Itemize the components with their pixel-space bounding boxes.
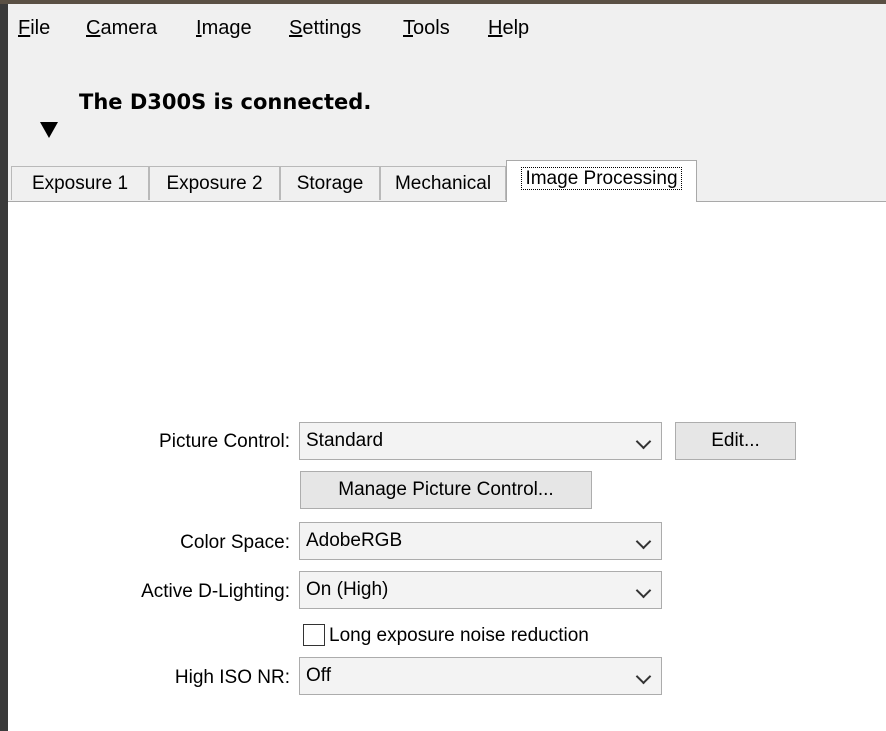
chevron-down-icon bbox=[635, 433, 652, 450]
active-d-lighting-select[interactable]: On (High) bbox=[299, 571, 662, 609]
tab-exposure-1[interactable]: Exposure 1 bbox=[11, 166, 149, 200]
picture-control-label: Picture Control: bbox=[159, 431, 290, 452]
menu-settings[interactable]: Settings bbox=[289, 16, 361, 40]
long-exposure-nr-label[interactable]: Long exposure noise reduction bbox=[329, 624, 589, 648]
menu-image[interactable]: Image bbox=[196, 16, 252, 40]
long-exposure-nr-checkbox[interactable] bbox=[303, 624, 325, 646]
image-processing-panel: Picture Control: Standard Edit... Manage… bbox=[8, 201, 886, 731]
picture-control-value: Standard bbox=[306, 430, 384, 451]
high-iso-nr-select[interactable]: Off bbox=[299, 657, 662, 695]
tab-strip: Exposure 1 Exposure 2 Storage Mechanical… bbox=[8, 160, 886, 202]
color-space-value: AdobeRGB bbox=[306, 530, 403, 551]
picture-control-select[interactable]: Standard bbox=[299, 422, 662, 460]
menu-bar: File Camera Image Settings Tools Help bbox=[8, 4, 886, 50]
camera-control-window: File Camera Image Settings Tools Help Th… bbox=[8, 4, 886, 731]
menu-camera[interactable]: Camera bbox=[86, 16, 157, 40]
edit-button[interactable]: Edit... bbox=[675, 422, 796, 460]
high-iso-nr-label: High ISO NR: bbox=[174, 667, 290, 688]
chevron-down-icon bbox=[635, 668, 652, 685]
active-d-lighting-label: Active D-Lighting: bbox=[141, 581, 290, 602]
tab-exposure-2[interactable]: Exposure 2 bbox=[149, 166, 280, 200]
menu-tools[interactable]: Tools bbox=[403, 16, 450, 40]
connection-status: The D300S is connected. bbox=[79, 90, 372, 114]
color-space-label: Color Space: bbox=[180, 532, 290, 553]
active-d-lighting-value: On (High) bbox=[306, 579, 389, 600]
chevron-down-icon bbox=[635, 582, 652, 599]
tab-mechanical[interactable]: Mechanical bbox=[380, 166, 506, 200]
menu-file[interactable]: File bbox=[18, 16, 50, 40]
chevron-down-icon bbox=[635, 533, 652, 550]
tab-image-processing[interactable]: Image Processing bbox=[506, 160, 697, 202]
window-left-edge bbox=[0, 4, 8, 730]
manage-picture-control-button[interactable]: Manage Picture Control... bbox=[300, 471, 592, 509]
color-space-select[interactable]: AdobeRGB bbox=[299, 522, 662, 560]
triangle-down-icon[interactable] bbox=[40, 122, 58, 138]
menu-help[interactable]: Help bbox=[488, 16, 529, 40]
high-iso-nr-value: Off bbox=[306, 665, 331, 686]
tab-storage[interactable]: Storage bbox=[280, 166, 380, 200]
